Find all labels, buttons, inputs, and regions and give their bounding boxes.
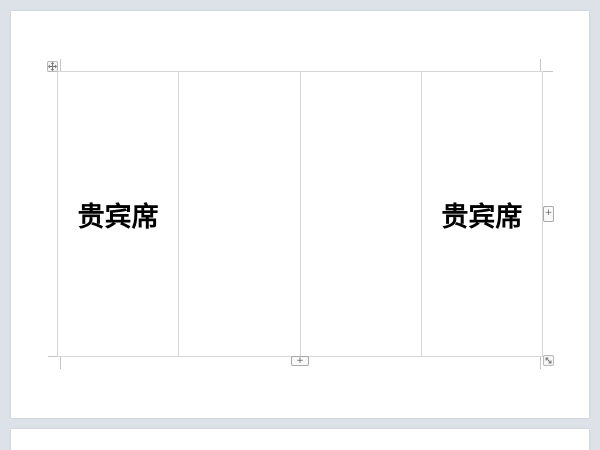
crop-mark-bottom-left: [48, 356, 61, 369]
next-document-page[interactable]: [11, 429, 589, 450]
document-workspace: 贵宾席 贵宾席 + +: [0, 0, 600, 450]
table-row: 贵宾席 贵宾席: [56, 71, 544, 357]
table-cell[interactable]: 贵宾席: [420, 71, 544, 357]
table-move-handle[interactable]: [47, 61, 58, 72]
seating-table[interactable]: 贵宾席 贵宾席: [56, 71, 544, 357]
table-resize-handle[interactable]: [543, 355, 554, 366]
add-row-button[interactable]: +: [291, 356, 309, 366]
move-icon: [48, 62, 57, 71]
table-cell[interactable]: [299, 71, 422, 357]
plus-icon: +: [544, 208, 553, 218]
add-column-button[interactable]: +: [543, 206, 554, 222]
plus-icon: +: [296, 356, 304, 366]
seat-label-left: 贵宾席: [77, 201, 159, 233]
resize-icon: [545, 357, 552, 364]
table-cell[interactable]: [178, 71, 301, 357]
seat-label-right: 贵宾席: [441, 201, 523, 233]
table-cell[interactable]: 贵宾席: [56, 71, 180, 357]
